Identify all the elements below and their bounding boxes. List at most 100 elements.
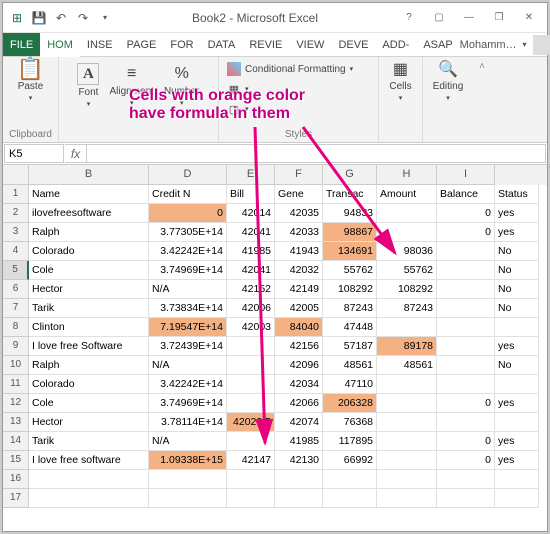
row-header[interactable]: 1 bbox=[3, 185, 29, 204]
cell[interactable] bbox=[377, 470, 437, 489]
alignment-launcher[interactable]: ≡ Alignment ▾ bbox=[109, 63, 153, 108]
tab-asap[interactable]: ASAP bbox=[416, 33, 459, 56]
row-header[interactable]: 15 bbox=[3, 451, 29, 470]
cell[interactable]: Tarik bbox=[29, 432, 149, 451]
tab-data[interactable]: DATA bbox=[201, 33, 243, 56]
col-header[interactable]: G bbox=[323, 165, 377, 185]
cell[interactable]: 3.74969E+14 bbox=[149, 394, 227, 413]
format-as-table-button[interactable]: ▦ ▾ bbox=[225, 79, 251, 99]
cell[interactable] bbox=[377, 223, 437, 242]
cell[interactable]: 117895 bbox=[323, 432, 377, 451]
cell[interactable]: 108292 bbox=[323, 280, 377, 299]
account-area[interactable]: Mohamm… ▾ bbox=[460, 33, 550, 56]
name-box[interactable] bbox=[4, 144, 64, 163]
cell[interactable]: N/A bbox=[149, 356, 227, 375]
close-icon[interactable]: ✕ bbox=[515, 8, 543, 28]
row-header[interactable]: 2 bbox=[3, 204, 29, 223]
help-icon[interactable]: ? bbox=[395, 8, 423, 28]
cell-styles-button[interactable]: ▢ ▾ bbox=[225, 99, 251, 119]
cell[interactable]: yes bbox=[495, 451, 539, 470]
row-header[interactable]: 8 bbox=[3, 318, 29, 337]
cell[interactable] bbox=[377, 413, 437, 432]
cell[interactable]: No bbox=[495, 299, 539, 318]
cell[interactable]: 42033 bbox=[275, 223, 323, 242]
cell[interactable] bbox=[495, 318, 539, 337]
cell[interactable]: 7.19547E+14 bbox=[149, 318, 227, 337]
cell[interactable]: yes bbox=[495, 223, 539, 242]
cell[interactable] bbox=[149, 489, 227, 508]
number-launcher[interactable]: % Number ▾ bbox=[164, 63, 200, 108]
cell[interactable] bbox=[437, 413, 495, 432]
cell[interactable]: 42147 bbox=[227, 451, 275, 470]
cell[interactable] bbox=[495, 413, 539, 432]
cell[interactable] bbox=[227, 356, 275, 375]
cell[interactable]: 48561 bbox=[323, 356, 377, 375]
minimize-icon[interactable]: — bbox=[455, 8, 483, 28]
cell[interactable]: No bbox=[495, 261, 539, 280]
ribbon-collapse-icon[interactable]: ▢ bbox=[425, 8, 453, 28]
cell[interactable]: 41985 bbox=[275, 432, 323, 451]
cell[interactable]: yes bbox=[495, 394, 539, 413]
row-header[interactable]: 6 bbox=[3, 280, 29, 299]
cell[interactable]: 42006 bbox=[227, 299, 275, 318]
cell[interactable]: yes bbox=[495, 432, 539, 451]
cell[interactable]: No bbox=[495, 356, 539, 375]
cell[interactable]: 0 bbox=[437, 223, 495, 242]
cell[interactable] bbox=[323, 489, 377, 508]
cell[interactable]: 3.72439E+14 bbox=[149, 337, 227, 356]
column-title[interactable]: Credit N bbox=[149, 185, 227, 204]
cell[interactable]: Clinton bbox=[29, 318, 149, 337]
cell[interactable]: 0 bbox=[437, 204, 495, 223]
row-header[interactable]: 12 bbox=[3, 394, 29, 413]
cell[interactable] bbox=[437, 261, 495, 280]
fx-icon[interactable]: fx bbox=[65, 144, 87, 163]
cell[interactable]: 206328 bbox=[323, 394, 377, 413]
tab-home[interactable]: HOM bbox=[40, 33, 80, 56]
cell[interactable] bbox=[437, 242, 495, 261]
cell[interactable] bbox=[437, 356, 495, 375]
cell[interactable]: Cole bbox=[29, 394, 149, 413]
col-header[interactable]: H bbox=[377, 165, 437, 185]
cell[interactable]: yes bbox=[495, 337, 539, 356]
collapse-ribbon-icon[interactable]: ˄ bbox=[473, 57, 491, 142]
cell[interactable] bbox=[437, 375, 495, 394]
save-icon[interactable]: 💾 bbox=[29, 8, 49, 28]
paste-button[interactable]: 📋 Paste ▾ bbox=[18, 59, 44, 102]
cell[interactable] bbox=[377, 451, 437, 470]
cell[interactable] bbox=[323, 470, 377, 489]
cell[interactable]: 98867 bbox=[323, 223, 377, 242]
row-header[interactable]: 11 bbox=[3, 375, 29, 394]
cell[interactable]: 57187 bbox=[323, 337, 377, 356]
cell[interactable]: 0 bbox=[437, 451, 495, 470]
cell[interactable]: 0 bbox=[149, 204, 227, 223]
font-launcher[interactable]: A Font ▾ bbox=[77, 63, 99, 108]
cell[interactable]: Hector bbox=[29, 280, 149, 299]
cell[interactable]: ilovefreesoftware bbox=[29, 204, 149, 223]
cell[interactable] bbox=[275, 470, 323, 489]
col-header[interactable]: I bbox=[437, 165, 495, 185]
row-header[interactable]: 9 bbox=[3, 337, 29, 356]
cell[interactable] bbox=[149, 470, 227, 489]
cell[interactable]: 42130 bbox=[275, 451, 323, 470]
cell[interactable] bbox=[495, 489, 539, 508]
cell[interactable]: 42035 bbox=[275, 204, 323, 223]
cell[interactable]: Ralph bbox=[29, 223, 149, 242]
undo-icon[interactable]: ↶ bbox=[51, 8, 71, 28]
qat-more-icon[interactable]: ▾ bbox=[95, 8, 115, 28]
cell[interactable]: 47448 bbox=[323, 318, 377, 337]
cell[interactable]: 48561 bbox=[377, 356, 437, 375]
row-header[interactable]: 4 bbox=[3, 242, 29, 261]
cell[interactable] bbox=[377, 375, 437, 394]
cell[interactable]: yes bbox=[495, 204, 539, 223]
cell[interactable]: 55762 bbox=[323, 261, 377, 280]
cell[interactable]: Tarik bbox=[29, 299, 149, 318]
cell[interactable]: 42074 bbox=[275, 413, 323, 432]
cell[interactable] bbox=[227, 375, 275, 394]
cell[interactable]: 134691 bbox=[323, 242, 377, 261]
cell[interactable]: 66992 bbox=[323, 451, 377, 470]
cell[interactable]: 3.74969E+14 bbox=[149, 261, 227, 280]
cell[interactable]: 42096 bbox=[275, 356, 323, 375]
select-all-corner[interactable] bbox=[3, 165, 29, 185]
cell[interactable]: Ralph bbox=[29, 356, 149, 375]
cell[interactable] bbox=[377, 394, 437, 413]
